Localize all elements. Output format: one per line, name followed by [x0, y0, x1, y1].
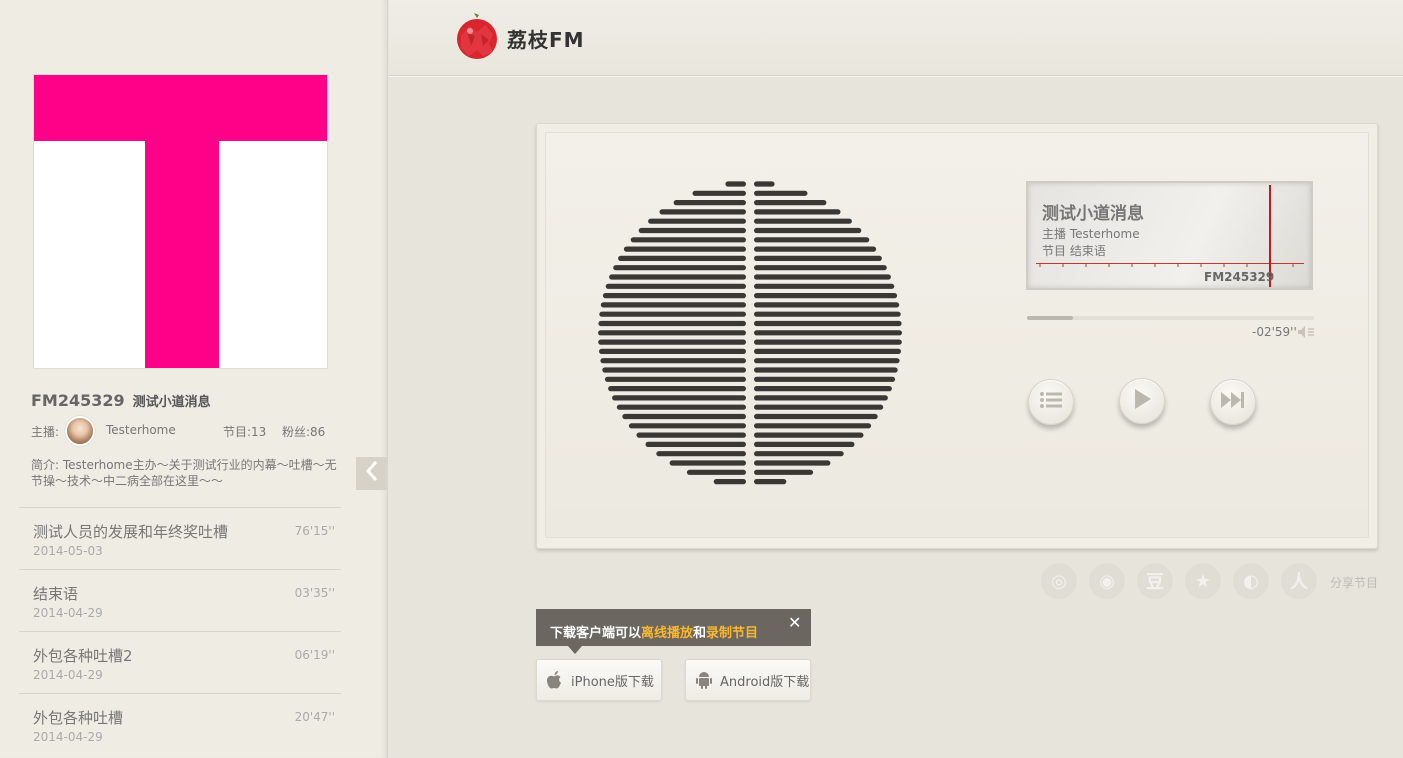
episode-date: 2014-04-29	[33, 606, 103, 620]
fans-count: 粉丝:86	[282, 425, 326, 439]
programs-count: 节目:13	[223, 425, 267, 439]
iphone-download-label: iPhone版下载	[571, 674, 654, 690]
host-avatar[interactable]	[65, 416, 95, 446]
play-icon	[1131, 387, 1153, 415]
episode-date: 2014-04-29	[33, 730, 103, 744]
channel-meta-row: 主播: Testerhome 节目:13 粉丝:86	[31, 416, 331, 446]
tip-arrow	[568, 646, 582, 654]
collapse-sidebar-button[interactable]	[356, 457, 387, 490]
apple-icon	[545, 670, 565, 690]
host-label: 主播:	[31, 425, 60, 439]
episode-title: 外包各种吐槽2	[33, 647, 133, 665]
list-icon	[1039, 390, 1063, 414]
episode-title: 测试人员的发展和年终奖吐槽	[33, 523, 229, 541]
star-icon[interactable]: ★	[1185, 563, 1221, 599]
episode-list-item[interactable]: 外包各种吐槽 2014-04-29 20'47''	[19, 693, 341, 755]
play-button[interactable]	[1119, 378, 1165, 424]
episode-title: 外包各种吐槽	[33, 709, 124, 727]
playlist-button[interactable]	[1028, 379, 1074, 425]
channel-fm-number: FM245329	[31, 391, 125, 410]
episode-duration: 76'15''	[294, 524, 335, 538]
tip-prefix: 下载客户端可以	[550, 626, 642, 641]
android-download-button[interactable]: Android版下载	[685, 659, 811, 701]
iphone-download-button[interactable]: iPhone版下载	[536, 659, 662, 701]
speaker-grille-icon	[598, 181, 902, 485]
qzone-icon[interactable]: ◐	[1233, 563, 1269, 599]
episode-list-item[interactable]: 测试人员的发展和年终奖吐槽 2014-05-03 76'15''	[19, 507, 341, 569]
cover-t-bar	[34, 75, 327, 141]
now-playing-display: 测试小道消息 主播 Testerhome 节目 结束语 FM245329	[1026, 181, 1313, 290]
tip-and: 和	[693, 626, 707, 641]
episode-title: 结束语	[33, 585, 79, 603]
share-label: 分享节目	[1330, 576, 1379, 590]
download-tip-banner: 下载客户端可以离线播放和录制节目 ✕	[536, 609, 811, 654]
episode-duration: 20'47''	[294, 710, 335, 724]
tip-record: 录制节目	[706, 626, 759, 641]
tuner-ticks	[1039, 263, 1294, 267]
playback-progress-fill	[1027, 316, 1073, 320]
display-program: 节目 结束语	[1042, 244, 1106, 258]
time-remaining: -02'59''	[1252, 325, 1297, 339]
close-icon[interactable]: ✕	[788, 613, 801, 632]
episode-date: 2014-05-03	[33, 544, 103, 558]
android-download-label: Android版下载	[720, 674, 810, 690]
episode-duration: 06'19''	[294, 648, 335, 662]
sidebar: FM245329 测试小道消息 主播: Testerhome 节目:13 粉丝:8…	[0, 0, 388, 758]
volume-icon[interactable]	[1297, 324, 1315, 338]
cover-t-stem	[145, 141, 219, 368]
next-button[interactable]	[1210, 379, 1256, 425]
display-host: 主播 Testerhome	[1042, 227, 1140, 241]
chevron-left-icon	[365, 459, 379, 489]
display-title: 测试小道消息	[1042, 204, 1144, 224]
logo-text[interactable]: 荔枝FM	[507, 24, 585, 53]
episode-list-item[interactable]: 外包各种吐槽2 2014-04-29 06'19''	[19, 631, 341, 693]
episode-list: 测试人员的发展和年终奖吐槽 2014-05-03 76'15'' 结束语 2014-04…	[19, 507, 341, 755]
weibo-icon[interactable]: ◉	[1089, 563, 1125, 599]
top-header: 荔枝FM	[389, 0, 1403, 76]
lychee-logo-icon[interactable]	[455, 12, 499, 60]
channel-name: 测试小道消息	[132, 395, 211, 410]
tip-offline: 离线播放	[641, 626, 694, 641]
app-root: FM245329 测试小道消息 主播: Testerhome 节目:13 粉丝:8…	[0, 0, 1403, 758]
android-icon	[694, 670, 714, 690]
episode-duration: 03'35''	[294, 586, 335, 600]
channel-title: FM245329 测试小道消息	[31, 391, 211, 410]
channel-intro: 简介: Testerhome主办～关于测试行业的内幕～吐槽～无节操～技术～中二病…	[31, 458, 337, 488]
playback-progress-bar[interactable]	[1027, 316, 1314, 320]
channel-cover-image	[33, 74, 328, 369]
renren-icon[interactable]: 人	[1281, 563, 1317, 599]
download-tip-text: 下载客户端可以离线播放和录制节目	[550, 622, 758, 641]
episode-list-item[interactable]: 结束语 2014-04-29 03'35''	[19, 569, 341, 631]
display-fm-number: FM245329	[1204, 270, 1275, 284]
host-name-link[interactable]: Testerhome	[106, 423, 176, 437]
aperture-icon[interactable]: ◎	[1041, 563, 1077, 599]
episode-date: 2014-04-29	[33, 668, 103, 682]
skip-next-icon	[1220, 391, 1246, 413]
douban-icon[interactable]: 豆	[1137, 563, 1173, 599]
